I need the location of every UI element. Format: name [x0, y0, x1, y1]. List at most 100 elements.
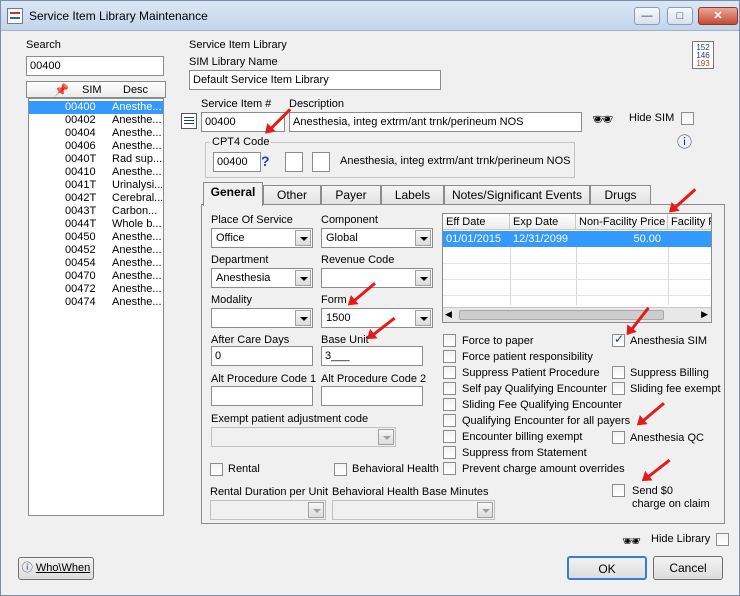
option-checkbox[interactable]	[443, 350, 456, 363]
modality-label: Modality	[211, 294, 252, 306]
list-item[interactable]: 00454 Anesthe...	[29, 257, 163, 270]
alt-procedure-1-field[interactable]	[211, 386, 313, 406]
grid-header-non-facility-price[interactable]: Non-Facility Price	[576, 214, 668, 230]
notes-icon[interactable]	[181, 113, 197, 129]
sliding-fee-exempt-checkbox[interactable]	[612, 382, 625, 395]
list-item[interactable]: 00474 Anesthe...	[29, 296, 163, 309]
cpt4-modifier-1[interactable]	[285, 152, 303, 172]
list-item-desc: Anesthe...	[112, 257, 162, 269]
help-icon[interactable]: ?	[261, 153, 270, 169]
behavioral-health-checkbox[interactable]	[334, 463, 347, 476]
app-icon	[7, 8, 23, 24]
column-sim[interactable]: SIM	[82, 84, 102, 96]
ok-button[interactable]: OK	[567, 556, 647, 580]
revenue-code-label: Revenue Code	[321, 254, 395, 266]
list-item-desc: Anesthe...	[112, 166, 162, 178]
list-item[interactable]: 00452 Anesthe...	[29, 244, 163, 257]
rental-duration-select[interactable]	[210, 500, 326, 520]
option-checkbox[interactable]	[443, 414, 456, 427]
after-care-days-field[interactable]: 0	[211, 346, 313, 366]
list-item[interactable]: 00400 Anesthe...	[29, 101, 163, 114]
component-select[interactable]: Global	[321, 228, 433, 248]
option-label: Qualifying Encounter for all payers	[462, 415, 631, 427]
place-of-service-select[interactable]: Office	[211, 228, 313, 248]
anesthesia-qc-checkbox[interactable]	[612, 431, 625, 444]
send-zero-charge-checkbox[interactable]	[612, 484, 625, 497]
window-title: Service Item Library Maintenance	[29, 9, 208, 23]
info-person-icon[interactable]: ⓘ	[677, 131, 692, 152]
chevron-down-icon	[415, 270, 431, 286]
grid-cell-price[interactable]: 50.00	[576, 231, 664, 247]
cpt4-modifier-2[interactable]	[312, 152, 330, 172]
option-checkbox[interactable]	[443, 382, 456, 395]
minimize-icon[interactable]: —	[634, 7, 660, 25]
column-desc[interactable]: Desc	[123, 84, 148, 96]
modality-select[interactable]	[211, 308, 313, 328]
tab-other[interactable]: Other	[263, 185, 321, 205]
fee-schedule-grid[interactable]: Eff Date Exp Date Non-Facility Price Fac…	[442, 213, 712, 323]
option-checkbox[interactable]	[443, 446, 456, 459]
grid-header-eff-date[interactable]: Eff Date	[443, 214, 510, 230]
list-item[interactable]: 00470 Anesthe...	[29, 270, 163, 283]
form-select[interactable]: 1500	[321, 308, 433, 328]
library-name-field[interactable]: Default Service Item Library	[189, 70, 441, 90]
cancel-button[interactable]: Cancel	[653, 556, 723, 580]
rental-checkbox[interactable]	[210, 463, 223, 476]
list-item-sim: 00474	[65, 296, 96, 308]
suppress-billing-checkbox[interactable]	[612, 366, 625, 379]
search-result-list[interactable]: 00400 Anesthe... 00402 Anesthe... 00404 Anest…	[28, 98, 164, 516]
list-item[interactable]: 0043T Carbon...	[29, 205, 163, 218]
revenue-code-select[interactable]	[321, 268, 433, 288]
option-label: Suppress from Statement	[462, 447, 587, 459]
behavioral-minutes-label: Behavioral Health Base Minutes	[332, 486, 489, 498]
list-item[interactable]: 00410 Anesthe...	[29, 166, 163, 179]
list-item-desc: Urinalysi...	[112, 179, 162, 191]
list-item[interactable]: 00450 Anesthe...	[29, 231, 163, 244]
grid-cell-eff-date[interactable]: 01/01/2015	[443, 231, 510, 247]
list-item[interactable]: 0040T Rad sup...	[29, 153, 163, 166]
info-person-icon: ⓘ	[21, 562, 33, 574]
option-checkbox[interactable]	[443, 398, 456, 411]
title-bar: Service Item Library Maintenance — □ ✕	[1, 1, 739, 31]
list-item[interactable]: 0044T Whole b...	[29, 218, 163, 231]
who-when-button[interactable]: ⓘ Who\When	[18, 557, 94, 580]
anesthesia-sim-checkbox[interactable]	[612, 332, 625, 347]
grid-horizontal-scrollbar[interactable]: ◀ ▶	[443, 307, 711, 322]
option-checkbox[interactable]	[443, 334, 456, 347]
option-label: Self pay Qualifying Encounter	[462, 383, 607, 395]
tab-labels[interactable]: Labels	[381, 185, 444, 205]
tab-drugs[interactable]: Drugs	[590, 185, 651, 205]
list-item[interactable]: 00404 Anesthe...	[29, 127, 163, 140]
description-field[interactable]: Anesthesia, integ extrm/ant trnk/perineu…	[289, 112, 582, 132]
maximize-icon[interactable]: □	[667, 7, 693, 25]
search-input[interactable]: 00400	[26, 56, 164, 76]
list-item[interactable]: 0042T Cerebral...	[29, 192, 163, 205]
list-item[interactable]: 00406 Anesthe...	[29, 140, 163, 153]
behavioral-minutes-select[interactable]	[332, 500, 495, 520]
list-item[interactable]: 0041T Urinalysi...	[29, 179, 163, 192]
list-item-sim: 0040T	[65, 153, 97, 165]
hide-library-checkbox[interactable]	[716, 533, 729, 546]
list-item[interactable]: 00472 Anesthe...	[29, 283, 163, 296]
after-care-days-label: After Care Days	[211, 334, 290, 346]
option-checkbox[interactable]	[443, 462, 456, 475]
tab-notes[interactable]: Notes/Significant Events	[444, 185, 590, 205]
tab-payer[interactable]: Payer	[321, 185, 381, 205]
department-select[interactable]: Anesthesia	[211, 268, 313, 288]
base-unit-field[interactable]: 3___	[321, 346, 423, 366]
option-checkbox[interactable]	[443, 366, 456, 379]
calendar-icon[interactable]: 152 146 193	[692, 41, 714, 69]
close-icon[interactable]: ✕	[698, 7, 738, 25]
list-item-sim: 0043T	[65, 205, 97, 217]
grid-header-facility-price[interactable]: Facility P	[668, 214, 711, 230]
search-label: Search	[26, 39, 61, 51]
tab-general[interactable]: General	[203, 182, 263, 206]
option-checkbox[interactable]	[443, 430, 456, 443]
hide-sim-checkbox[interactable]	[681, 112, 694, 125]
alt-procedure-2-field[interactable]	[321, 386, 423, 406]
list-item[interactable]: 00402 Anesthe...	[29, 114, 163, 127]
exempt-adjustment-select[interactable]	[211, 427, 396, 447]
cpt4-code-field[interactable]: 00400	[213, 152, 261, 172]
grid-header-exp-date[interactable]: Exp Date	[510, 214, 576, 230]
grid-cell-exp-date[interactable]: 12/31/2099	[510, 231, 576, 247]
